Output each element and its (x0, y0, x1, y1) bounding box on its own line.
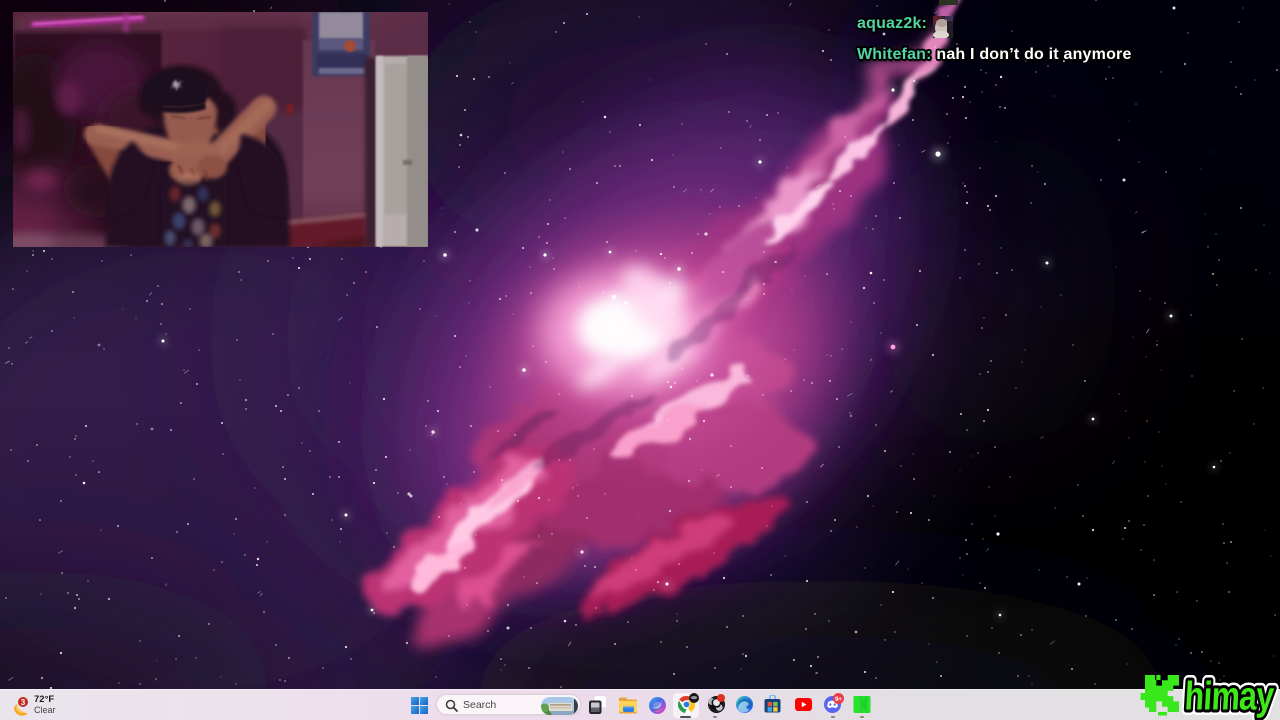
svg-text:3: 3 (21, 698, 26, 707)
svg-text:9+: 9+ (835, 697, 842, 703)
svg-text:himay: himay (1184, 673, 1276, 718)
